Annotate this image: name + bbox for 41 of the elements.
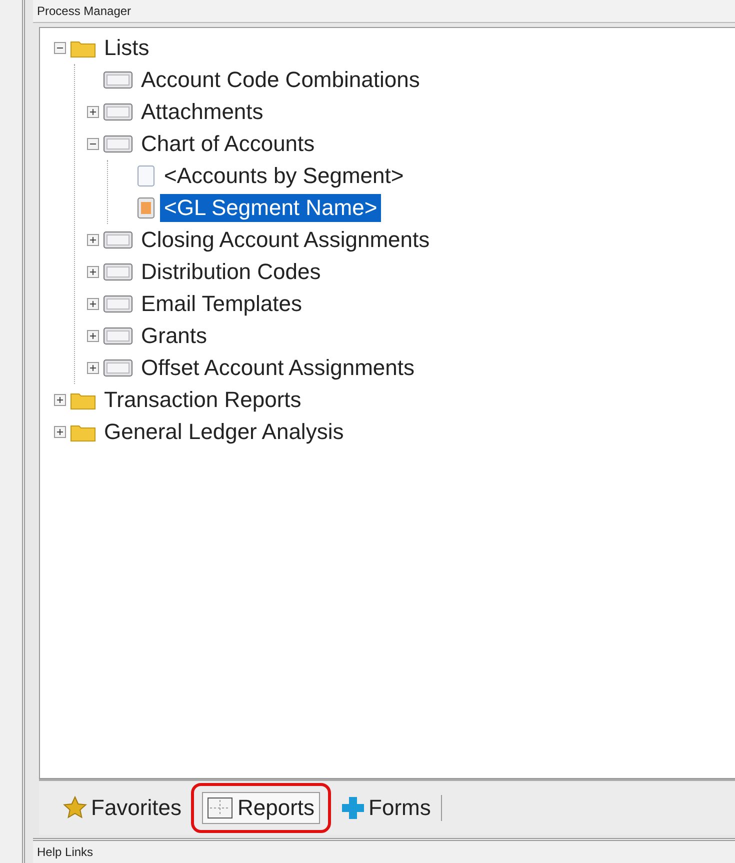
- expand-icon[interactable]: [87, 266, 99, 278]
- tree-item[interactable]: <GL Segment Name>: [160, 194, 382, 222]
- tree-item[interactable]: Distribution Codes: [137, 258, 325, 286]
- expand-icon[interactable]: [87, 330, 99, 342]
- list-icon: [103, 102, 133, 122]
- list-icon: [103, 134, 133, 154]
- tree-item[interactable]: Chart of Accounts: [137, 130, 319, 158]
- list-icon: [103, 294, 133, 314]
- tree-item[interactable]: Attachments: [137, 98, 268, 126]
- list-icon: [103, 262, 133, 282]
- expand-icon[interactable]: [54, 394, 66, 406]
- star-icon: [63, 796, 87, 820]
- collapse-icon[interactable]: [87, 138, 99, 150]
- tree-item[interactable]: <Accounts by Segment>: [160, 162, 408, 190]
- tab[interactable]: Favorites: [59, 793, 186, 823]
- page-icon: [136, 165, 156, 187]
- list-icon: [103, 326, 133, 346]
- expand-icon[interactable]: [87, 106, 99, 118]
- tree-item[interactable]: Closing Account Assignments: [137, 226, 434, 254]
- list-icon: [103, 230, 133, 250]
- list-icon: [103, 358, 133, 378]
- collapse-icon[interactable]: [54, 42, 66, 54]
- expand-icon[interactable]: [87, 298, 99, 310]
- expand-icon[interactable]: [87, 234, 99, 246]
- report-icon: [207, 797, 234, 819]
- plus-icon: [340, 796, 365, 820]
- expand-icon[interactable]: [87, 362, 99, 374]
- page-icon: [136, 197, 156, 219]
- tree-item[interactable]: General Ledger Analysis: [100, 418, 348, 446]
- help-links-bar: Help Links: [33, 838, 735, 863]
- panel-title: Process Manager: [33, 0, 735, 23]
- tree-item[interactable]: Offset Account Assignments: [137, 354, 419, 382]
- tab[interactable]: Reports: [202, 792, 320, 824]
- tree-item[interactable]: Grants: [137, 322, 212, 350]
- tab[interactable]: Forms: [336, 793, 435, 823]
- tree-item[interactable]: Email Templates: [137, 290, 306, 318]
- list-icon: [103, 70, 133, 90]
- tree-item[interactable]: Lists: [100, 34, 154, 62]
- tree-item[interactable]: Account Code Combinations: [137, 66, 424, 94]
- tree-item[interactable]: Transaction Reports: [100, 386, 306, 414]
- expand-icon[interactable]: [54, 426, 66, 438]
